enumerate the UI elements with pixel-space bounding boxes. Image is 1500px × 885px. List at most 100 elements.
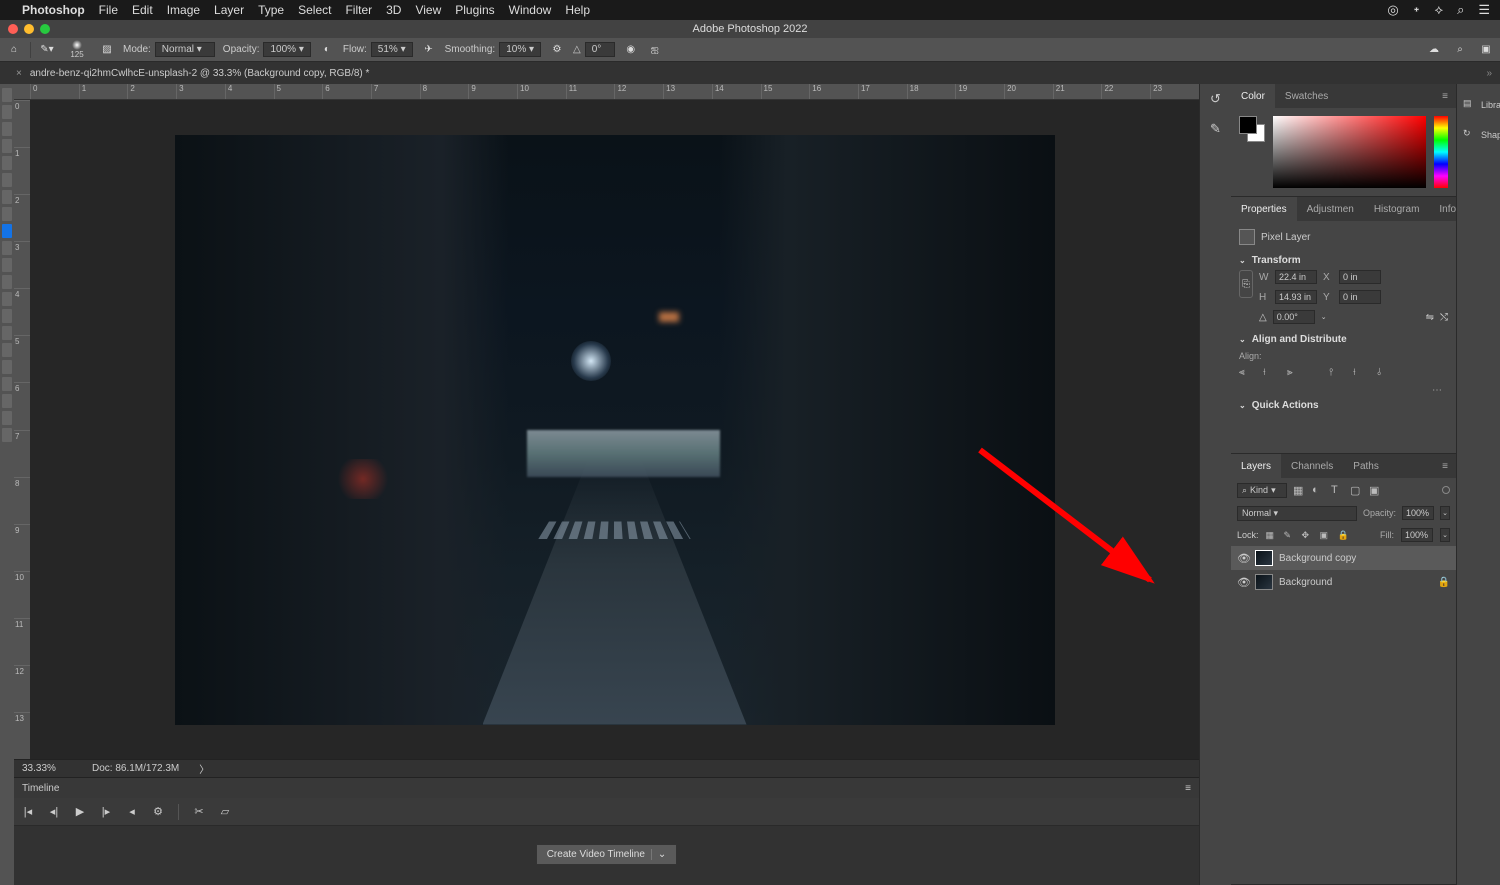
control-center-icon[interactable]: ☰ — [1478, 2, 1490, 18]
pen-tool[interactable] — [2, 343, 12, 357]
gradient-tool[interactable] — [2, 292, 12, 306]
layer-row[interactable]: 👁 Background copy — [1231, 546, 1456, 570]
align-left-icon[interactable]: ⫷ — [1239, 367, 1253, 381]
more-options-icon[interactable]: ⋯ — [1239, 385, 1448, 396]
airbrush-icon[interactable]: ✈ — [421, 42, 437, 58]
lock-pixels-icon[interactable]: ✎ — [1284, 530, 1295, 541]
lock-all-icon[interactable]: 🔒 — [1338, 530, 1349, 541]
color-tab[interactable]: Color — [1231, 84, 1275, 108]
smoothing-options-icon[interactable]: ⚙ — [549, 42, 565, 58]
color-panel-menu-icon[interactable]: ≡ — [1434, 91, 1456, 102]
opacity-pressure-icon[interactable]: ◐ — [319, 42, 335, 58]
search-icon[interactable]: ⌕ — [1457, 2, 1464, 18]
fill-dropdown-icon[interactable]: ⌄ — [1440, 528, 1450, 542]
y-field[interactable]: 0 in — [1339, 290, 1381, 304]
libraries-collapsed[interactable]: ▤Libra — [1457, 90, 1500, 120]
prev-frame-icon[interactable]: ◂| — [48, 806, 60, 818]
lock-artboard-icon[interactable]: ▣ — [1320, 530, 1331, 541]
timeline-tab[interactable]: Timeline — [22, 783, 59, 794]
search-ps-icon[interactable]: ⌕ — [1452, 42, 1468, 58]
frame-tool[interactable] — [2, 173, 12, 187]
adjustments-tab[interactable]: Adjustmen — [1297, 197, 1364, 221]
lock-icon[interactable]: 🔒 — [1438, 577, 1450, 588]
cc-icon[interactable]: ◎ — [1387, 2, 1398, 18]
close-tab-icon[interactable]: × — [16, 68, 22, 79]
menu-layer[interactable]: Layer — [214, 3, 244, 17]
opacity-field[interactable]: 100% ▾ — [263, 42, 310, 57]
brush-presets-icon[interactable]: ✎ — [1207, 122, 1225, 136]
prev-keyframe-icon[interactable]: ◂ — [126, 806, 138, 818]
histogram-tab[interactable]: Histogram — [1364, 197, 1430, 221]
opacity-dropdown-icon[interactable]: ⌄ — [1440, 506, 1450, 520]
history-icon[interactable]: ↺ — [1207, 92, 1225, 106]
eyedropper-tool[interactable] — [2, 190, 12, 204]
filter-toggle[interactable] — [1442, 486, 1450, 494]
filter-shape-icon[interactable]: ▢ — [1350, 484, 1363, 497]
angle-field[interactable]: 0° — [585, 42, 615, 57]
zoom-window-button[interactable] — [40, 24, 50, 34]
layer-name[interactable]: Background copy — [1279, 553, 1356, 564]
brush-tool-icon[interactable]: ✎▾ — [39, 42, 55, 58]
menu-edit[interactable]: Edit — [132, 3, 153, 17]
ruler-vertical[interactable]: 012345678910111213 — [14, 100, 30, 759]
hand-tool[interactable] — [2, 411, 12, 425]
align-section[interactable]: ⌄Align and Distribute — [1239, 330, 1448, 349]
brush-preset-picker[interactable]: 125 — [63, 38, 91, 62]
dodge-tool[interactable] — [2, 326, 12, 340]
blend-mode-dropdown[interactable]: Normal ▾ — [1237, 506, 1357, 521]
lock-position-icon[interactable]: ✥ — [1302, 530, 1313, 541]
menu-help[interactable]: Help — [565, 3, 590, 17]
timeline-menu-icon[interactable]: ≡ — [1185, 783, 1191, 794]
app-name[interactable]: Photoshop — [22, 3, 85, 17]
mode-dropdown[interactable]: Normal ▾ — [155, 42, 215, 57]
flip-h-icon[interactable]: ⇋ — [1426, 312, 1434, 323]
next-frame-icon[interactable]: |▸ — [100, 806, 112, 818]
stamp-tool[interactable] — [2, 241, 12, 255]
marquee-tool[interactable] — [2, 105, 12, 119]
menu-plugins[interactable]: Plugins — [455, 3, 494, 17]
symmetry-icon[interactable]: ஐ — [647, 42, 663, 58]
smoothing-field[interactable]: 10% ▾ — [499, 42, 541, 57]
menu-filter[interactable]: Filter — [345, 3, 372, 17]
brush-tool[interactable] — [2, 224, 12, 238]
width-field[interactable]: 22.4 in — [1275, 270, 1317, 284]
selection-tool[interactable] — [2, 139, 12, 153]
menu-image[interactable]: Image — [167, 3, 200, 17]
quick-actions-section[interactable]: ⌄Quick Actions — [1239, 396, 1448, 415]
eraser-tool[interactable] — [2, 275, 12, 289]
crop-tool[interactable] — [2, 156, 12, 170]
healing-tool[interactable] — [2, 207, 12, 221]
align-bottom-icon[interactable]: ⫰ — [1377, 367, 1391, 381]
link-dimensions-icon[interactable]: ⎘ — [1239, 270, 1253, 298]
cloud-docs-icon[interactable]: ☁ — [1426, 42, 1442, 58]
first-frame-icon[interactable]: |◂ — [22, 806, 34, 818]
visibility-icon[interactable]: 👁 — [1237, 552, 1249, 565]
collapse-tabs-icon[interactable]: » — [1486, 68, 1500, 79]
flow-field[interactable]: 51% ▾ — [371, 42, 413, 57]
transform-section[interactable]: ⌄Transform — [1239, 251, 1448, 270]
fill-field[interactable]: 100% — [1401, 528, 1433, 542]
align-hcenter-icon[interactable]: ⟊ — [1263, 367, 1277, 381]
transition-icon[interactable]: ▱ — [219, 806, 231, 818]
bluetooth-icon[interactable]: ᛭ — [1413, 2, 1421, 18]
swatches-tab[interactable]: Swatches — [1275, 84, 1338, 108]
type-tool[interactable] — [2, 360, 12, 374]
menu-select[interactable]: Select — [298, 3, 331, 17]
layer-opacity-field[interactable]: 100% — [1402, 506, 1434, 520]
layer-name[interactable]: Background — [1279, 577, 1332, 588]
play-icon[interactable]: ▶ — [74, 806, 86, 818]
color-field[interactable] — [1273, 116, 1426, 188]
filter-kind-dropdown[interactable]: ⌕ Kind ▾ — [1237, 483, 1287, 498]
home-icon[interactable]: ⌂ — [6, 42, 22, 58]
lasso-tool[interactable] — [2, 122, 12, 136]
size-pressure-icon[interactable]: ◉ — [623, 42, 639, 58]
canvas[interactable] — [30, 100, 1199, 759]
minimize-window-button[interactable] — [24, 24, 34, 34]
chevron-down-icon[interactable]: ⌄ — [651, 849, 666, 860]
wifi-icon[interactable]: ⟡ — [1434, 2, 1443, 18]
align-top-icon[interactable]: ⫯ — [1329, 367, 1343, 381]
align-vcenter-icon[interactable]: ⟊ — [1353, 367, 1367, 381]
status-chevron-icon[interactable]: 〉 — [199, 761, 209, 776]
path-tool[interactable] — [2, 377, 12, 391]
x-field[interactable]: 0 in — [1339, 270, 1381, 284]
